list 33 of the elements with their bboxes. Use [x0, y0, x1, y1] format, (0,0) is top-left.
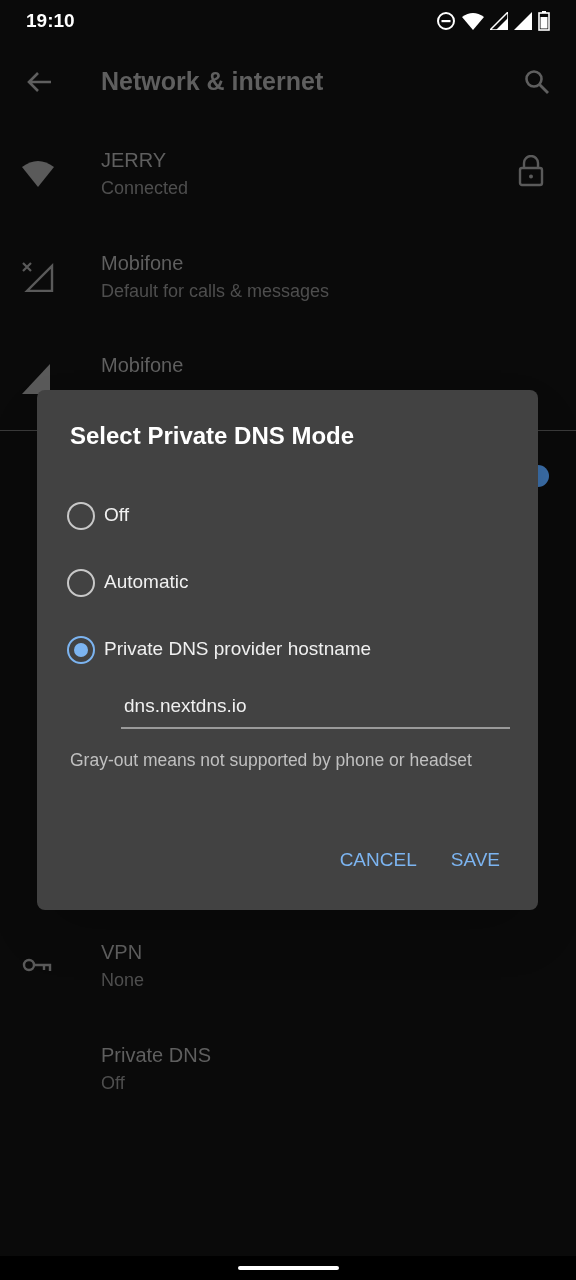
item-title[interactable]: JERRY [101, 145, 189, 174]
radio-label[interactable]: Automatic [104, 568, 189, 597]
no-signal-icon [22, 261, 54, 292]
signal-icon [490, 12, 508, 30]
item-subtitle: Default for calls & messages [101, 279, 330, 303]
item-subtitle: Off [101, 1071, 126, 1095]
item-title[interactable]: VPN [101, 937, 145, 966]
signal-icon [514, 12, 532, 30]
do-not-disturb-icon [436, 11, 456, 31]
item-title[interactable]: Mobifone [101, 248, 330, 277]
radio-button[interactable] [67, 568, 95, 597]
radio-button[interactable] [67, 501, 95, 530]
item-subtitle: Connected [101, 176, 189, 200]
item-title[interactable]: Mobifone [101, 351, 184, 379]
hostname-field[interactable]: dns.nextdns.io [121, 685, 510, 729]
radio-button[interactable] [67, 635, 95, 664]
battery-icon [538, 11, 550, 31]
item-subtitle: None [101, 968, 145, 992]
back-arrow-icon[interactable] [26, 71, 52, 93]
lock-icon [518, 155, 544, 187]
item-title[interactable]: Private DNS [101, 1040, 212, 1069]
dialog-button[interactable]: SAVE [440, 837, 510, 882]
radio-label[interactable]: Off [104, 501, 129, 530]
status-time: 19:10 [26, 8, 75, 33]
screen-title: Network & internet [101, 66, 325, 98]
dialog-note: Gray-out means not supported by phone or headset [69, 749, 472, 772]
search-icon[interactable] [524, 69, 550, 95]
dialog-button[interactable]: CANCEL [329, 837, 427, 882]
wifi-icon [462, 12, 484, 30]
wifi-icon [22, 159, 54, 188]
signal-icon [22, 364, 52, 394]
dialog-title: Select Private DNS Mode [69, 421, 355, 451]
radio-label[interactable]: Private DNS provider hostname [104, 635, 372, 664]
